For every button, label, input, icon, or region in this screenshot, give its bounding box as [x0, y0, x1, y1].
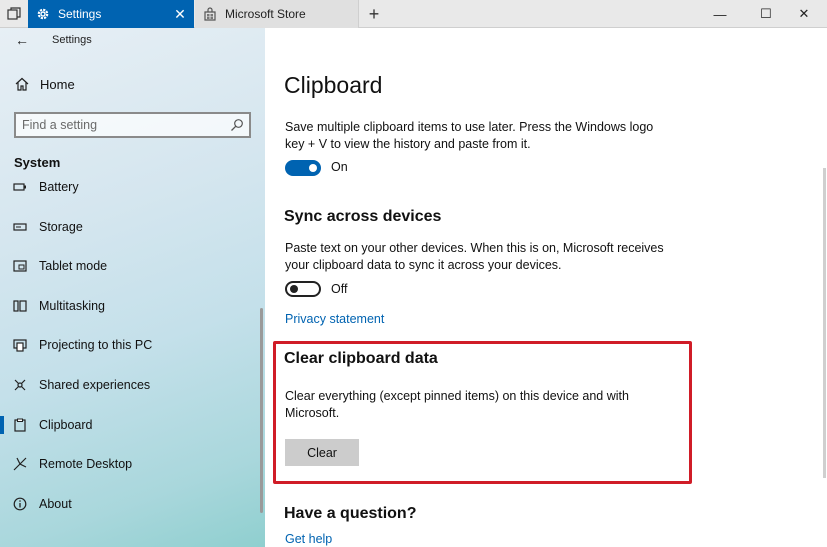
sidebar-item-label: About: [39, 497, 72, 511]
clear-button[interactable]: Clear: [285, 439, 359, 466]
tab-settings[interactable]: Settings ✕: [28, 0, 194, 28]
sidebar-item-label: Storage: [39, 220, 83, 234]
sync-toggle[interactable]: [285, 281, 321, 297]
content-scrollbar[interactable]: [823, 168, 826, 478]
projecting-icon: [12, 337, 28, 353]
battery-icon: [12, 179, 28, 195]
sidebar-item-label: Remote Desktop: [39, 457, 133, 471]
shared-experiences-icon: [12, 377, 28, 393]
sidebar-item-storage[interactable]: Storage: [0, 212, 262, 242]
history-toggle-label: On: [331, 160, 348, 174]
clipboard-history-toggle[interactable]: [285, 160, 321, 176]
back-button[interactable]: ←: [12, 30, 32, 50]
search-input[interactable]: [22, 117, 222, 133]
history-description: Save multiple clipboard items to use lat…: [285, 120, 654, 151]
tab-microsoft-store[interactable]: Microsoft Store: [195, 0, 359, 28]
sidebar-item-label: Tablet mode: [39, 259, 108, 273]
store-icon: [203, 7, 217, 21]
sync-description: Paste text on your other devices. When t…: [285, 241, 664, 272]
close-tab-icon[interactable]: ✕: [170, 4, 190, 24]
window-close-button[interactable]: ✕: [781, 0, 827, 28]
get-help-link[interactable]: Get help: [285, 532, 332, 546]
clear-description: Clear everything (except pinned items) o…: [285, 389, 629, 420]
home-icon: [14, 76, 30, 92]
section-title: System: [14, 155, 61, 170]
storage-icon: [12, 219, 28, 235]
sidebar-item-projecting[interactable]: Projecting to this PC: [0, 330, 262, 360]
sync-toggle-label: Off: [331, 282, 348, 296]
sidebar: ← Settings Home System Battery Storage T…: [0, 28, 265, 547]
app-title: Settings: [52, 34, 92, 46]
search-icon[interactable]: [230, 118, 244, 132]
sidebar-scrollbar[interactable]: [260, 308, 263, 513]
gear-icon: [36, 7, 50, 21]
tab-label: Settings: [58, 7, 102, 21]
sidebar-item-clipboard[interactable]: Clipboard: [0, 410, 262, 440]
minimize-button[interactable]: —: [697, 0, 743, 28]
new-tab-button[interactable]: +: [362, 2, 386, 26]
toggle-knob: [309, 164, 317, 172]
sidebar-item-multitasking[interactable]: Multitasking: [0, 291, 262, 321]
sync-title: Sync across devices: [284, 208, 442, 225]
main-content: Clipboard Save multiple clipboard items …: [265, 28, 827, 547]
sidebar-item-tablet-mode[interactable]: Tablet mode: [0, 251, 262, 281]
clear-title: Clear clipboard data: [284, 350, 438, 367]
sidebar-item-battery[interactable]: Battery: [0, 172, 262, 202]
home-label: Home: [40, 76, 75, 92]
sidebar-item-label: Multitasking: [39, 299, 105, 313]
sidebar-item-remote-desktop[interactable]: Remote Desktop: [0, 449, 262, 479]
search-box[interactable]: [14, 112, 251, 138]
remote-desktop-icon: [12, 456, 28, 472]
sidebar-item-label: Battery: [39, 180, 79, 194]
tab-switcher-icon[interactable]: [0, 0, 28, 28]
title-bar: Settings ✕ Microsoft Store + — ☐ ✕: [0, 0, 827, 28]
multitasking-icon: [12, 298, 28, 314]
tablet-mode-icon: [12, 258, 28, 274]
sidebar-item-label: Clipboard: [39, 418, 93, 432]
home-link[interactable]: Home: [14, 76, 75, 92]
sidebar-item-label: Projecting to this PC: [39, 338, 153, 352]
tab-label: Microsoft Store: [225, 7, 306, 21]
sidebar-item-shared-experiences[interactable]: Shared experiences: [0, 370, 262, 400]
sidebar-item-about[interactable]: About: [0, 489, 262, 519]
about-icon: [12, 496, 28, 512]
page-title: Clipboard: [284, 72, 383, 98]
question-title: Have a question?: [284, 505, 417, 522]
clipboard-icon: [12, 417, 28, 433]
toggle-knob: [290, 285, 298, 293]
privacy-statement-link[interactable]: Privacy statement: [285, 312, 384, 326]
sidebar-item-label: Shared experiences: [39, 378, 151, 392]
